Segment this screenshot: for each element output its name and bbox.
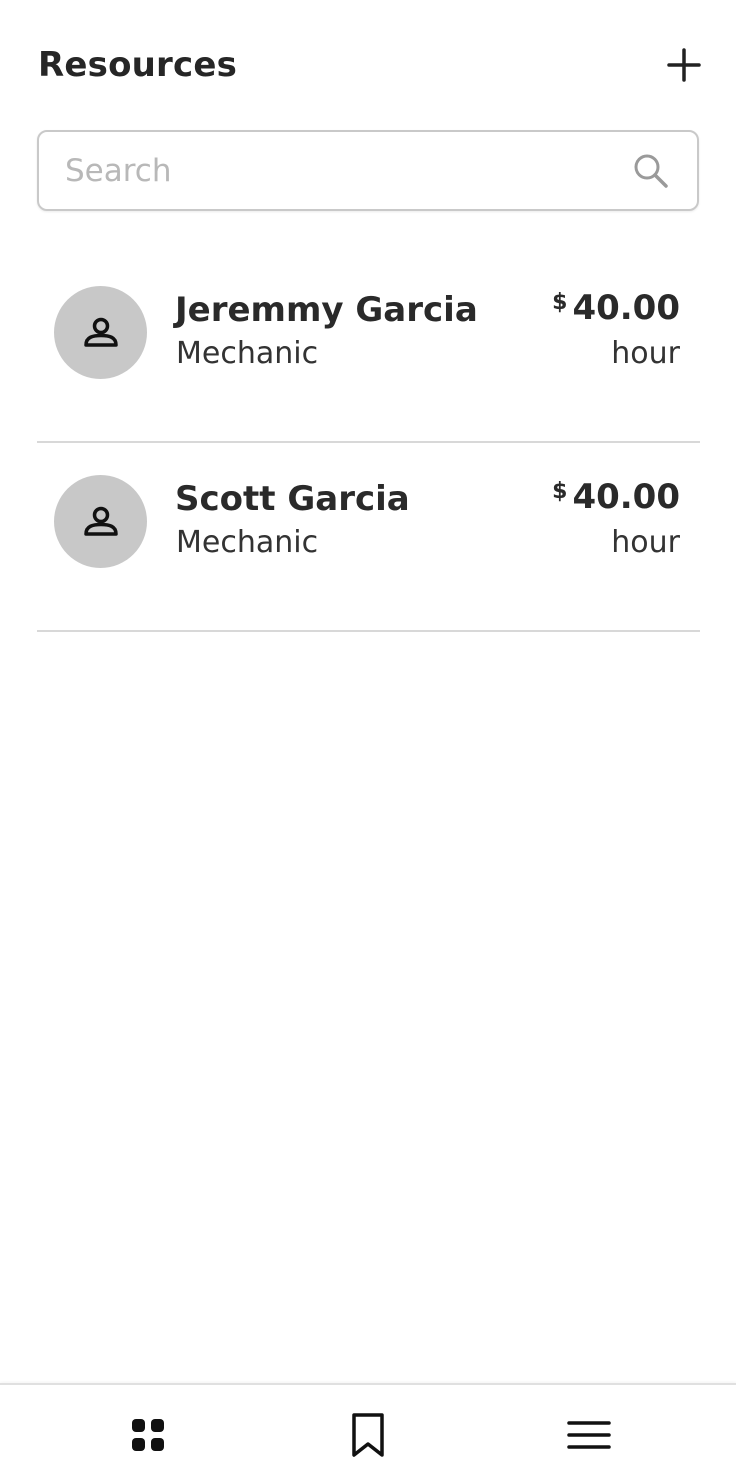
tab-dashboard[interactable] [118,1405,178,1465]
plus-icon [667,48,701,82]
rate-amount: 40.00 [572,477,680,517]
menu-icon [567,1421,611,1449]
avatar [54,475,147,568]
resource-name: Jeremmy Garcia [175,290,478,330]
tab-bookmarks[interactable] [338,1405,398,1465]
search-box [37,130,699,211]
list-item[interactable]: Jeremmy Garcia Mechanic $ 40.00 hour [37,254,700,443]
resource-rate: $ 40.00 [552,288,680,328]
resource-role: Mechanic [176,336,319,371]
avatar [54,286,147,379]
tab-menu[interactable] [559,1405,619,1465]
search-icon[interactable] [631,151,671,191]
add-resource-button[interactable] [660,41,708,89]
bottom-tab-bar [0,1383,736,1482]
resource-rate: $ 40.00 [552,477,680,517]
resources-screen: Resources Jeremmy Garcia Mechanic [0,0,736,1482]
currency-symbol: $ [552,290,568,315]
person-icon [83,506,118,536]
list-item[interactable]: Scott Garcia Mechanic $ 40.00 hour [37,443,700,632]
resource-role: Mechanic [176,525,319,560]
rate-unit: hour [611,336,680,371]
rate-unit: hour [611,525,680,560]
bookmark-icon [352,1413,384,1457]
search-input[interactable] [65,152,631,189]
person-icon [83,317,118,347]
resource-list: Jeremmy Garcia Mechanic $ 40.00 hour Sco… [37,254,700,632]
rate-amount: 40.00 [572,288,680,328]
currency-symbol: $ [552,479,568,504]
grid-icon [132,1419,164,1451]
resource-name: Scott Garcia [175,479,410,519]
header: Resources [38,38,701,92]
page-title: Resources [38,45,238,85]
